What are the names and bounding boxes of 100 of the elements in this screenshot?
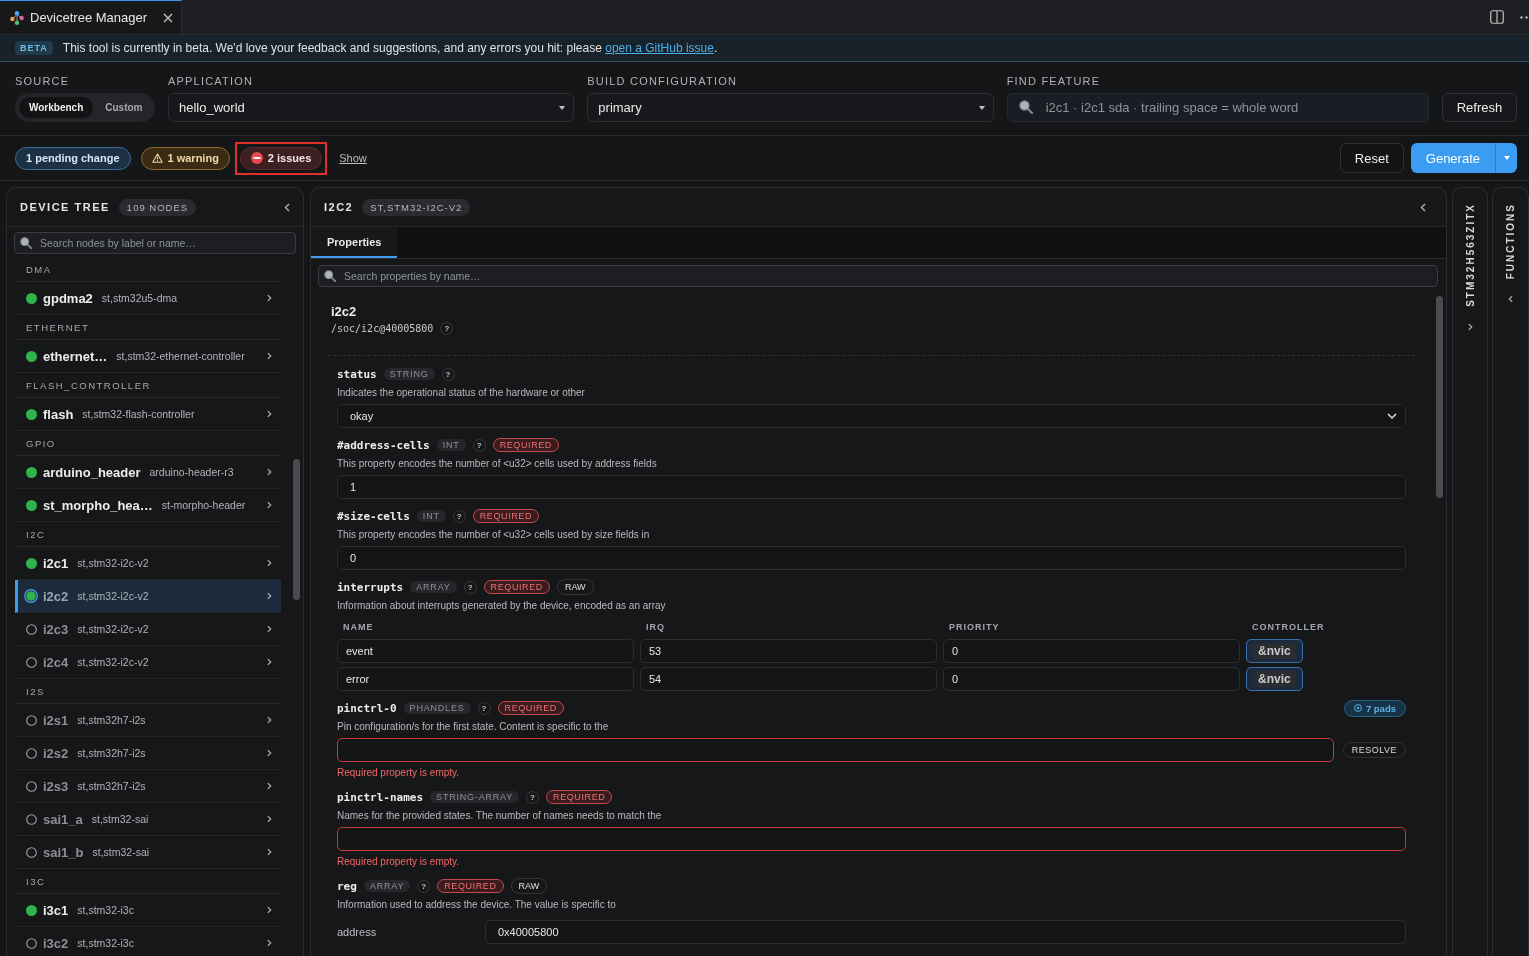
tree-item[interactable]: sai1_b st,stm32-sai xyxy=(15,836,281,869)
input-field[interactable]: 0 xyxy=(943,639,1240,663)
chevron-left-icon xyxy=(1508,295,1513,304)
property-description: Information about interrupts generated by the device, encoded as an array xyxy=(337,599,667,613)
node-search-field[interactable]: Search nodes by label or name… xyxy=(14,232,296,254)
status-badge[interactable]: 1 warning xyxy=(140,146,230,170)
node-compatible: st,stm32h7-i2s xyxy=(77,780,146,792)
chevron-left-icon[interactable] xyxy=(1420,202,1426,212)
tree-item[interactable]: i2s2 st,stm32h7-i2s xyxy=(15,737,281,770)
error-message: Required property is empty. xyxy=(337,855,461,869)
refresh-button[interactable]: Refresh xyxy=(1442,93,1517,122)
more-icon[interactable] xyxy=(1520,15,1528,19)
group-header: ETHERNET xyxy=(15,315,281,340)
property-description: Indicates the operational status of the hardware or other xyxy=(337,386,586,400)
node-name: i3c2 xyxy=(43,935,69,951)
generate-menu-button[interactable] xyxy=(1495,143,1517,173)
scrollbar-thumb[interactable] xyxy=(1436,296,1443,498)
pads-badge[interactable]: 7 pads xyxy=(1343,699,1406,717)
tree-item[interactable]: i3c2 st,stm32-i3c xyxy=(15,927,281,956)
property-search-field[interactable]: Search properties by name… xyxy=(318,265,1438,287)
side-panel-tab[interactable]: STM32H563ZITX xyxy=(1452,187,1488,956)
tree-item[interactable]: i2c4 st,stm32-i2c-v2 xyxy=(15,646,281,679)
source-option[interactable]: Custom xyxy=(95,97,153,118)
chevron-right-icon xyxy=(267,658,272,666)
show-link[interactable]: Show xyxy=(339,152,367,164)
group-header: FLASH_CONTROLLER xyxy=(15,373,281,398)
chevron-left-icon[interactable] xyxy=(284,202,290,212)
required-tag: REQUIRED xyxy=(483,580,550,594)
tree-item[interactable]: st_morpho_hea… st-morpho-header xyxy=(15,489,281,522)
column-header: NAME xyxy=(342,621,375,633)
node-name: i2s2 xyxy=(43,745,69,761)
close-icon[interactable] xyxy=(163,12,173,23)
type-tag: ARRAY xyxy=(363,880,411,892)
chevron-right-icon xyxy=(267,906,272,914)
node-count-label: 109 NODES xyxy=(118,198,197,216)
controller-button[interactable]: &nvic xyxy=(1246,639,1303,663)
error-message: Required property is empty. xyxy=(337,766,461,780)
node-name: i2c4 xyxy=(43,654,69,670)
tree-item[interactable]: i2c2 st,stm32-i2c-v2 xyxy=(15,580,281,613)
input-field[interactable]: 0 xyxy=(943,667,1240,691)
input-field[interactable]: 54 xyxy=(640,667,937,691)
split-editor-icon[interactable] xyxy=(1490,10,1504,24)
caret-down-icon xyxy=(559,105,566,110)
tree-item[interactable]: gpdma2 st,stm32u5-dma xyxy=(15,282,281,315)
property-name: pinctrl-names xyxy=(337,790,424,804)
build-configuration-select[interactable]: primary xyxy=(587,93,994,122)
status-badge[interactable]: 1 pending change xyxy=(15,146,131,170)
type-tag: PHANDLES xyxy=(403,702,471,714)
node-name: st_morpho_hea… xyxy=(43,497,153,513)
property-description: Information used to address the device. The value is specific to xyxy=(337,898,617,912)
github-issue-link[interactable]: open a GitHub issue xyxy=(605,41,714,55)
input-field[interactable]: event xyxy=(337,639,634,663)
tree-item[interactable]: flash st,stm32-flash-controller xyxy=(15,398,281,431)
input-field[interactable]: 0 xyxy=(337,546,1406,570)
node-compatible: st,stm32-i3c xyxy=(77,904,134,916)
chevron-right-icon xyxy=(267,559,272,567)
chevron-down-icon xyxy=(1387,413,1397,419)
reset-button[interactable]: Reset xyxy=(1339,143,1404,173)
node-title: i2c2 xyxy=(331,304,358,320)
circle-dot-icon xyxy=(1353,704,1362,712)
chevron-right-icon xyxy=(267,592,272,600)
input-field[interactable] xyxy=(337,827,1406,851)
type-tag: INT xyxy=(416,510,446,522)
property-name: reg xyxy=(337,879,357,893)
source-option[interactable]: Workbench xyxy=(19,97,94,118)
input-field[interactable]: error xyxy=(337,667,634,691)
editor-tab[interactable]: Devicetree Manager xyxy=(0,0,182,34)
tree-item[interactable]: i2c3 st,stm32-i2c-v2 xyxy=(15,613,281,646)
input-field[interactable]: 0x40005800 xyxy=(485,920,1406,944)
type-tag: ARRAY xyxy=(410,581,457,593)
node-compatible: st,stm32u5-dma xyxy=(101,292,178,304)
tree-item[interactable]: i2s3 st,stm32h7-i2s xyxy=(15,770,281,803)
status-badge[interactable]: 2 issues xyxy=(234,141,328,175)
controller-button[interactable]: &nvic xyxy=(1246,667,1303,691)
node-compatible: st,stm32-sai xyxy=(91,813,149,825)
tree-item[interactable]: i2s1 st,stm32h7-i2s xyxy=(15,704,281,737)
tree-item[interactable]: i3c1 st,stm32-i3c xyxy=(15,894,281,927)
search-icon xyxy=(324,270,336,282)
node-compatible: st,stm32-sai xyxy=(92,846,150,858)
status-select[interactable]: okay xyxy=(337,404,1406,428)
type-tag: STRING xyxy=(383,368,435,380)
tree-item[interactable]: arduino_header arduino-header-r3 xyxy=(15,456,281,489)
column-header: PRIORITY xyxy=(948,621,1001,633)
resolve-button[interactable]: RESOLVE xyxy=(1342,742,1406,758)
required-tag: REQUIRED xyxy=(437,879,504,893)
property-name: status xyxy=(337,367,377,381)
side-panel-tab[interactable]: FUNCTIONS xyxy=(1492,187,1529,956)
application-select[interactable]: hello_world xyxy=(168,93,575,122)
tree-item[interactable]: sai1_a st,stm32-sai xyxy=(15,803,281,836)
scrollbar-thumb[interactable] xyxy=(293,459,300,600)
properties-tab[interactable]: Properties xyxy=(311,227,398,258)
input-field[interactable]: 53 xyxy=(640,639,937,663)
application-label: APPLICATION xyxy=(168,75,255,88)
input-field[interactable]: 1 xyxy=(337,475,1406,499)
input-field[interactable] xyxy=(337,738,1334,762)
node-compatible: st,stm32-i2c-v2 xyxy=(77,590,149,602)
tree-item[interactable]: ethernet… st,stm32-ethernet-controller xyxy=(15,340,281,373)
find-feature-field[interactable]: i2c1 · i2c1 sda · trailing space = whole word xyxy=(1006,93,1429,122)
column-header: IRQ xyxy=(645,621,666,633)
search-icon xyxy=(1018,100,1033,114)
